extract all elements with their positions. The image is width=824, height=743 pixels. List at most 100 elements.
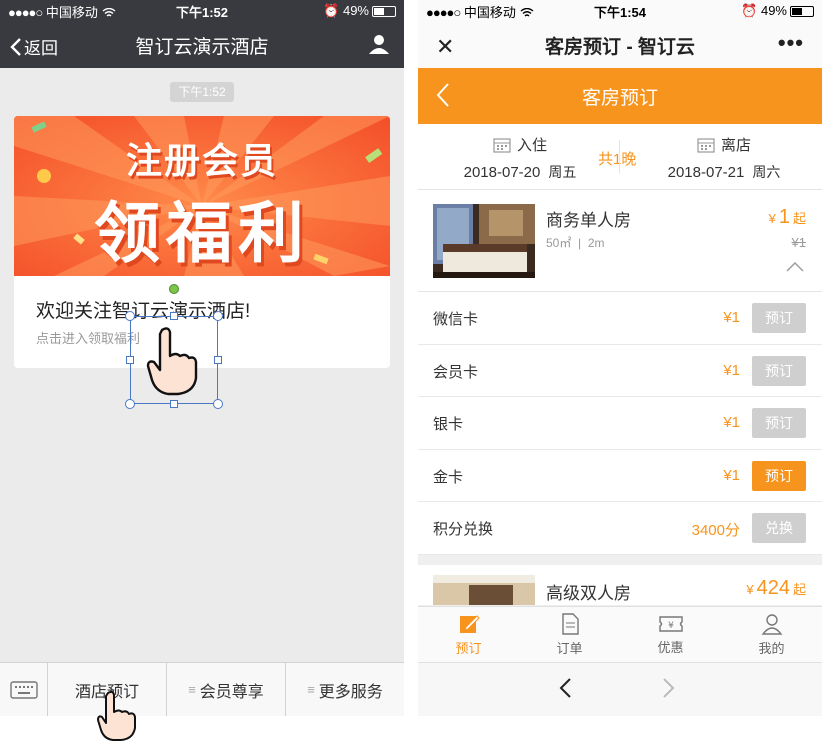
checkin-label: 入住 (516, 137, 547, 154)
checkout-date[interactable]: 离店 2018-07-21 周六 (644, 134, 804, 182)
tab-label: 预订 (455, 640, 482, 656)
rate-row: 微信卡 ¥1 预订 (418, 292, 822, 345)
chevron-left-icon[interactable] (558, 677, 572, 699)
tab-orders[interactable]: 订单 (519, 607, 620, 662)
rotate-handle (169, 284, 179, 294)
room-item[interactable]: 高级双人房 ¥424 起 (418, 564, 822, 605)
close-icon[interactable]: ✕ (436, 34, 454, 60)
room-name: 商务单人房 (546, 211, 631, 230)
room-price: ¥424 起 (746, 577, 806, 600)
tab-label: 订单 (556, 640, 583, 656)
rate-name: 银卡 (433, 416, 464, 433)
checkout-date-text: 2018-07-21 (667, 164, 745, 181)
menu-bar: 酒店预订 ≡ 会员尊享 ≡ 更多服务 (0, 662, 404, 716)
original-price: ¥1 (791, 235, 806, 250)
rate-price: ¥1 (723, 309, 740, 326)
browser-toolbar (418, 662, 822, 716)
rate-price: ¥1 (723, 414, 740, 431)
signal-dots-icon: ●●●●○ (8, 4, 43, 20)
book-button[interactable]: 预订 (752, 355, 806, 386)
battery-icon (372, 6, 396, 18)
chevron-left-icon[interactable] (436, 82, 450, 108)
keyboard-icon (9, 680, 38, 699)
calendar-icon (493, 137, 511, 153)
price-value: 1 (778, 206, 790, 228)
rate-name: 微信卡 (433, 311, 479, 328)
tab-booking[interactable]: 预订 (418, 607, 519, 662)
section-gap (418, 554, 822, 565)
calendar-icon (697, 137, 715, 153)
rate-name: 金卡 (433, 468, 464, 486)
tab-coupons[interactable]: ¥ 优惠 (620, 607, 721, 662)
menu-lines-icon: ≡ (307, 682, 315, 697)
checkout-value: 2018-07-21 周六 (644, 162, 804, 182)
room-item[interactable]: 商务单人房 50㎡ | 2m ¥1 起 ¥1 (418, 190, 822, 292)
coupon-icon: ¥ (658, 615, 683, 632)
tab-profile[interactable]: 我的 (721, 607, 822, 662)
wifi-icon (102, 7, 115, 17)
message-timestamp: 下午1:52 (170, 82, 234, 102)
book-button[interactable]: 预订 (752, 303, 806, 333)
book-button[interactable]: 预订 (752, 408, 806, 438)
room-bed-size: 2m (587, 236, 605, 250)
menu-member-privileges[interactable]: ≡ 会员尊享 (167, 663, 286, 716)
chevron-up-icon[interactable] (786, 262, 804, 272)
rate-row: 银卡 ¥1 预订 (418, 397, 822, 450)
checkout-label-row: 离店 (644, 134, 804, 155)
rate-row: 积分兑换 3400分 兑换 (418, 502, 822, 555)
section-title: 客房预订 (581, 87, 658, 109)
keyboard-toggle[interactable] (0, 663, 48, 716)
rate-row: 金卡 ¥1 预订 (418, 449, 822, 502)
date-selector[interactable]: 入住 2018-07-20 周五 共1晚 离店 2018-07-21 周六 (418, 124, 822, 190)
checkout-weekday: 周六 (752, 164, 781, 180)
status-bar: ●●●●○ 中国移动 下午1:54 ⏰ 49% (418, 0, 822, 22)
rate-row: 会员卡 ¥1 预订 (418, 344, 822, 397)
menu-label: 会员尊享 (199, 683, 264, 701)
page-title: 客房预订 - 智订云 (545, 36, 695, 58)
price-from: 起 (792, 211, 806, 226)
room-price: ¥1 起 (769, 206, 806, 229)
currency-symbol: ¥ (746, 581, 754, 597)
checkin-value: 2018-07-20 周五 (440, 162, 600, 182)
price-from: 起 (792, 581, 806, 597)
menu-more-services[interactable]: ≡ 更多服务 (286, 663, 404, 716)
status-right: ⏰ 49% (741, 3, 814, 19)
user-icon[interactable] (368, 33, 390, 55)
chevron-right-icon[interactable] (662, 677, 676, 699)
tab-label: 我的 (758, 640, 785, 656)
rate-name: 积分兑换 (433, 521, 494, 538)
menu-lines-icon: ≡ (188, 682, 196, 697)
svg-text:¥: ¥ (668, 621, 674, 631)
resize-handle (170, 312, 178, 320)
rate-price: 3400分 (691, 522, 740, 539)
tab-label: 优惠 (657, 639, 684, 655)
banner-big-text: 领福利 (94, 196, 310, 270)
checkin-date[interactable]: 入住 2018-07-20 周五 (440, 134, 600, 182)
chevron-left-icon (10, 37, 21, 56)
checkin-label-row: 入住 (440, 134, 600, 155)
section-header: 客房预订 (418, 68, 822, 124)
alarm-icon: ⏰ (741, 3, 758, 18)
currency-symbol: ¥ (768, 211, 776, 226)
back-button[interactable]: 返回 (10, 34, 58, 59)
menu-label: 更多服务 (318, 683, 383, 701)
redeem-button[interactable]: 兑换 (752, 513, 806, 543)
more-icon[interactable]: ••• (778, 30, 804, 56)
resize-handle (214, 356, 222, 364)
checkin-date-text: 2018-07-20 (463, 164, 541, 181)
book-button[interactable]: 预订 (752, 460, 806, 491)
promo-banner: 注册会员 领福利 (14, 116, 390, 276)
document-icon (561, 612, 579, 635)
divider (619, 140, 620, 174)
room-name: 高级双人房 (546, 583, 631, 603)
signal-carrier: ●●●●○ 中国移动 (426, 2, 534, 21)
room-area: 50㎡ (546, 236, 572, 250)
nav-bar: 返回 智订云演示酒店 (0, 22, 404, 68)
resize-handle (125, 311, 135, 321)
carrier-name: 中国移动 (45, 4, 98, 20)
nav-bar: ✕ 客房预订 - 智订云 ••• (418, 22, 822, 68)
nights-count: 共1晚 (598, 151, 637, 168)
room-meta: 50㎡ | 2m (546, 236, 605, 250)
hand-pointer-icon (97, 690, 136, 741)
room-photo (433, 574, 535, 605)
